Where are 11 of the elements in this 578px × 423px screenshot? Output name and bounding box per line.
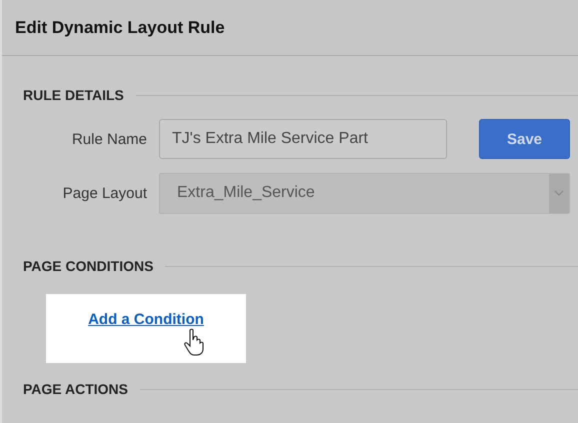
save-button[interactable]: Save (479, 119, 570, 159)
window-title: Edit Dynamic Layout Rule (15, 18, 225, 38)
rule-name-field[interactable]: TJ's Extra Mile Service Part (159, 119, 447, 159)
add-condition-link[interactable]: Add a Condition (88, 311, 204, 329)
section-heading: PAGE CONDITIONS (23, 258, 154, 274)
section-heading: RULE DETAILS (23, 87, 124, 103)
chevron-down-icon (554, 190, 564, 196)
field-label: Rule Name (70, 130, 147, 148)
field-label: Page Layout (62, 184, 147, 202)
hand-cursor-icon (184, 328, 204, 356)
section-heading: PAGE ACTIONS (23, 381, 128, 397)
